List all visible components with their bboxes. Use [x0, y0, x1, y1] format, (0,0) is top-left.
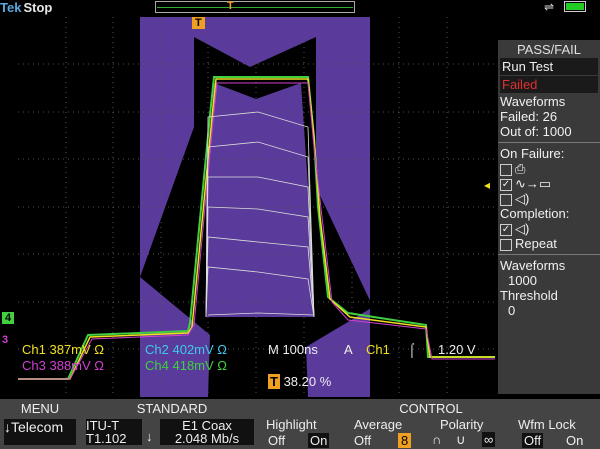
on-failure-options: ⎙ [498, 161, 600, 176]
ch1-readout: Ch1 387mV Ω [22, 342, 105, 357]
failed-count: Failed: 26 [500, 109, 558, 124]
scope-screen: 4 ◂ [4, 17, 495, 397]
waveforms-setting-value[interactable]: 1000 [498, 273, 600, 288]
on-failure-options-3: ◁) [498, 191, 600, 206]
out-of-count: Out of: 1000 [500, 124, 572, 139]
repeat-checkbox[interactable] [500, 238, 512, 251]
record-line [157, 7, 353, 8]
print-option-checkbox[interactable] [500, 163, 512, 176]
polarity-both-icon[interactable]: ∞ [482, 432, 496, 447]
acquisition-status: Stop [23, 0, 53, 15]
power-plug-icon: ⇌ [543, 0, 554, 14]
repeat-option: Repeat [498, 236, 600, 251]
standard-sub: T1.102 [86, 431, 127, 446]
highlight-off[interactable]: Off [268, 433, 285, 448]
timebase-readout: M 100ns [268, 342, 318, 357]
wfm-lock-label: Wfm Lock [518, 417, 576, 432]
ch3-readout: Ch3 388mV Ω [22, 358, 105, 373]
ch2-readout: Ch2 402mV Ω [145, 342, 228, 357]
repeat-label: Repeat [515, 236, 557, 251]
menu-value: Telecom [11, 419, 64, 435]
standard-rate: 2.048 Mb/s [174, 431, 240, 446]
highlight-label: Highlight [266, 417, 317, 432]
completion-options: ✓ ◁) [498, 221, 600, 236]
trigger-marker: T [192, 17, 205, 29]
average-count[interactable]: 8 [398, 433, 412, 448]
ch3-marker: 3 [2, 334, 9, 346]
save-waveform-icon: ∿→▭ [515, 176, 552, 191]
completion-label: Completion: [500, 206, 570, 221]
trigger-channel-readout: Ch1 [366, 342, 390, 357]
completion-beep-checkbox[interactable]: ✓ [500, 223, 512, 236]
brand: Tek Stop [0, 0, 52, 15]
ch4-readout: Ch4 418mV Ω [145, 358, 228, 373]
test-state: Failed [500, 76, 598, 93]
trigger-level-icon: ◂ [484, 178, 490, 192]
ch4-marker: 4 [2, 312, 15, 324]
control-header: CONTROL [399, 401, 463, 416]
highlight-on[interactable]: On [308, 433, 330, 448]
standard-signal-button[interactable]: E1 Coax 2.048 Mb/s [160, 419, 254, 445]
trigger-level-readout: 1.20 V [438, 342, 476, 357]
trigger-position-readout: T 38.20 % [268, 374, 332, 389]
polarity-negative-icon[interactable]: ∪ [456, 432, 466, 448]
run-test-button[interactable]: Run Test [500, 58, 598, 75]
polarity-positive-icon[interactable]: ∩ [432, 432, 441, 447]
brand-label: Tek [0, 0, 22, 15]
on-failure-label: On Failure: [500, 146, 565, 161]
standard-arrow-icon: ↓ [146, 429, 153, 444]
speaker-icon: ◁) [515, 191, 530, 206]
waveform-display: 4 ◂ [4, 17, 495, 397]
pass-fail-panel: PASS/FAIL Run Test Failed Waveforms Fail… [498, 40, 600, 394]
on-failure-options-2: ✓ ∿→▭ [498, 176, 600, 191]
waveforms-setting-label: Waveforms [500, 258, 566, 273]
completion-speaker-icon: ◁) [515, 221, 530, 236]
average-label: Average [354, 417, 403, 432]
waveforms-label: Waveforms [500, 94, 566, 109]
menu-telecom-button[interactable]: ↓Telecom [4, 419, 76, 445]
bottom-menu: MENU ↓Telecom STANDARD ITU-T T1.102 ↓ E1… [0, 399, 600, 449]
record-view-bar [155, 1, 355, 13]
rising-edge-icon: ⌠ [408, 342, 416, 357]
panel-divider-2 [498, 254, 600, 255]
standard-header: STANDARD [136, 401, 208, 416]
battery-fill [566, 3, 584, 10]
mask-center [206, 83, 314, 317]
trigger-position-icon: T [227, 0, 234, 12]
panel-title: PASS/FAIL [516, 42, 582, 57]
top-bar: Tek Stop T ⇌ [0, 0, 600, 18]
beep-option-checkbox[interactable] [500, 193, 512, 206]
wfm-lock-off[interactable]: Off [522, 433, 544, 448]
menu-arrow-icon: ↓ [4, 419, 11, 435]
panel-divider [498, 142, 600, 143]
polarity-label: Polarity [440, 417, 484, 432]
threshold-label: Threshold [500, 288, 558, 303]
standard-code-button[interactable]: ITU-T T1.102 [86, 419, 142, 445]
battery-icon [564, 1, 586, 12]
threshold-value[interactable]: 0 [498, 303, 600, 318]
average-off[interactable]: Off [354, 433, 371, 448]
trigger-type-readout: A [344, 342, 353, 357]
wfm-lock-on[interactable]: On [566, 433, 583, 448]
save-option-checkbox[interactable]: ✓ [500, 178, 512, 191]
menu-header: MENU [20, 401, 60, 416]
printer-icon: ⎙ [515, 161, 526, 176]
